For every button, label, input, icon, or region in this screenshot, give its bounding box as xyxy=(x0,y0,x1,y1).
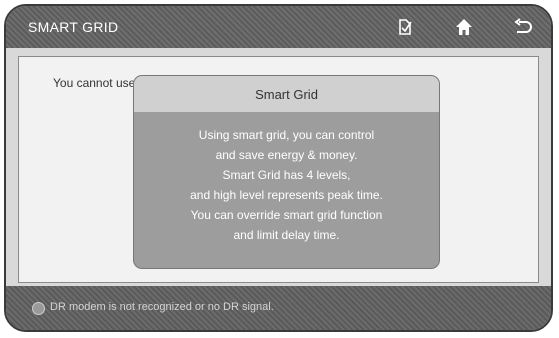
popup-line: and high level represents peak time. xyxy=(190,188,383,202)
popup-line: Smart Grid has 4 levels, xyxy=(222,168,351,182)
smart-grid-popup[interactable]: Smart Grid Using smart grid, you can con… xyxy=(134,76,439,268)
popup-title: Smart Grid xyxy=(134,76,439,112)
popup-line: and save energy & money. xyxy=(215,148,358,162)
home-icon[interactable] xyxy=(453,16,475,38)
popup-line: You can override smart grid function xyxy=(190,208,383,222)
popup-line: Using smart grid, you can control xyxy=(198,128,375,142)
back-icon[interactable] xyxy=(511,16,533,38)
status-bar: DR modem is not recognized or no DR sign… xyxy=(6,286,551,330)
popup-body: Using smart grid, you can control and sa… xyxy=(134,112,439,245)
page-title: SMART GRID xyxy=(28,19,119,35)
status-text: DR modem is not recognized or no DR sign… xyxy=(50,301,274,313)
status-indicator-icon xyxy=(32,302,45,315)
popup-line: and limit delay time. xyxy=(233,228,340,242)
energy-tag-icon[interactable] xyxy=(394,16,416,38)
title-bar: SMART GRID xyxy=(6,6,551,48)
appliance-screen: SMART GRID You cannot use... If you have… xyxy=(4,4,553,332)
